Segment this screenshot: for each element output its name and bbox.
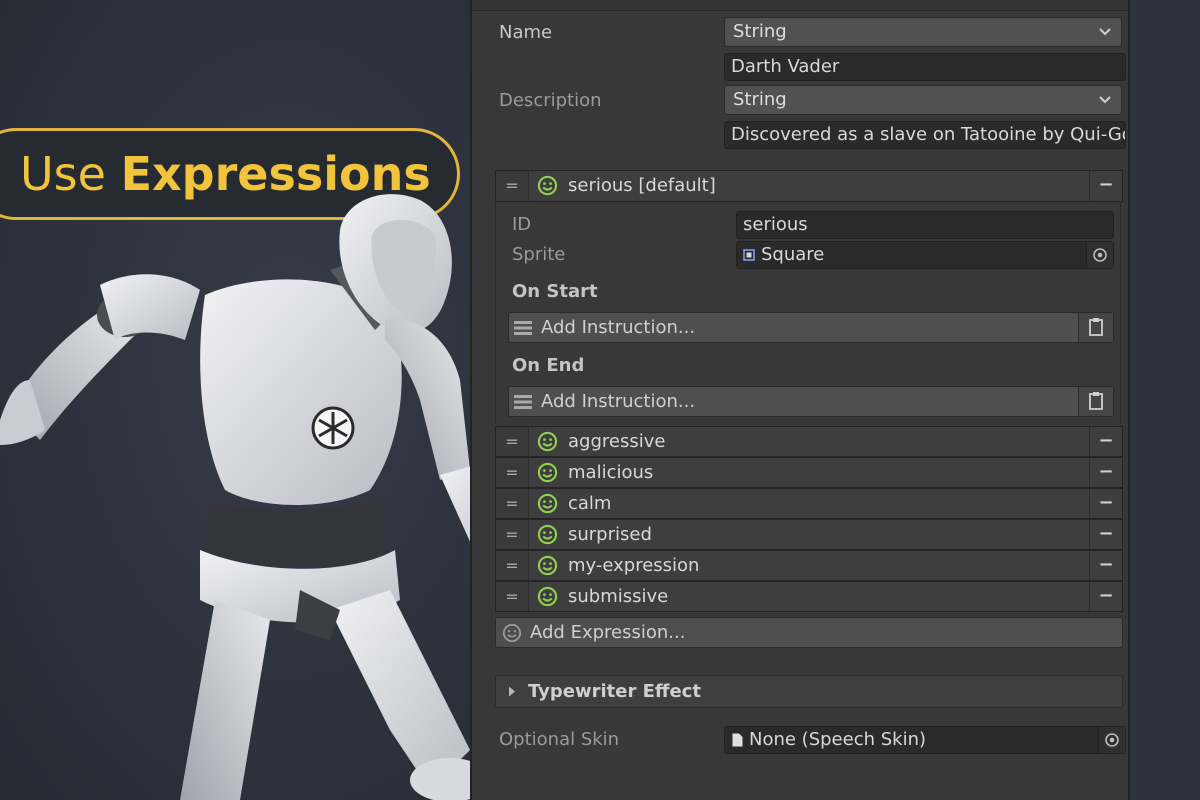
- remove-expression-button[interactable]: −: [1089, 582, 1122, 611]
- expression-row[interactable]: = aggressive −: [495, 426, 1123, 457]
- sprite-label: Sprite: [512, 244, 566, 265]
- target-icon: [1093, 248, 1107, 262]
- drag-handle-icon[interactable]: =: [496, 458, 529, 487]
- smiley-face-icon: [537, 462, 558, 483]
- drag-handle-icon[interactable]: =: [496, 171, 529, 201]
- optional-skin-value: None (Speech Skin): [749, 729, 927, 750]
- expression-name: aggressive: [568, 431, 666, 452]
- optional-skin-field[interactable]: None (Speech Skin): [724, 726, 1126, 754]
- smiley-face-icon: [537, 555, 558, 576]
- drag-handle-icon[interactable]: =: [496, 520, 529, 549]
- smiley-face-icon: [537, 431, 558, 452]
- description-text-field[interactable]: Discovered as a slave on Tatooine by Qui…: [724, 121, 1126, 149]
- description-type-value: String: [733, 89, 787, 110]
- chevron-down-icon: [1099, 96, 1111, 104]
- add-instruction-label: Add Instruction...: [541, 391, 696, 412]
- description-label: Description: [499, 90, 602, 111]
- name-type-dropdown[interactable]: String: [724, 17, 1122, 47]
- expression-name: submissive: [568, 586, 669, 607]
- add-expression-button[interactable]: Add Expression...: [495, 617, 1123, 648]
- name-text-field[interactable]: Darth Vader: [724, 53, 1126, 81]
- drag-handle-icon[interactable]: =: [496, 551, 529, 580]
- expression-name: malicious: [568, 462, 654, 483]
- remove-expression-button[interactable]: −: [1089, 551, 1122, 580]
- typewriter-effect-label: Typewriter Effect: [528, 681, 701, 702]
- remove-expression-button[interactable]: −: [1089, 458, 1122, 487]
- expression-name: calm: [568, 493, 612, 514]
- add-instruction-label: Add Instruction...: [541, 317, 696, 338]
- sprite-value: Square: [761, 244, 825, 265]
- typewriter-effect-foldout[interactable]: Typewriter Effect: [495, 675, 1123, 708]
- triangle-right-icon: [509, 686, 515, 697]
- id-text-field[interactable]: serious: [736, 211, 1114, 239]
- name-type-value: String: [733, 21, 787, 42]
- list-icon: [514, 321, 532, 335]
- sprite-square-icon: [743, 249, 755, 261]
- sprite-object-field[interactable]: Square: [736, 241, 1114, 269]
- smiley-face-icon: [502, 623, 522, 643]
- right-background-strip: [1130, 0, 1200, 800]
- on-start-add-instruction[interactable]: Add Instruction...: [508, 312, 1114, 343]
- paste-instructions-button[interactable]: [1078, 313, 1113, 342]
- remove-expression-button[interactable]: −: [1089, 520, 1122, 549]
- clipboard-icon: [1089, 318, 1103, 336]
- chevron-down-icon: [1099, 28, 1111, 36]
- on-end-add-instruction[interactable]: Add Instruction...: [508, 386, 1114, 417]
- smiley-face-icon: [537, 586, 558, 607]
- object-picker-button[interactable]: [1098, 727, 1125, 753]
- expression-name: serious [default]: [568, 175, 716, 196]
- expression-name: my-expression: [568, 555, 700, 576]
- remove-expression-button[interactable]: −: [1089, 171, 1122, 201]
- document-icon: [732, 733, 743, 747]
- panel-header-strip: [472, 0, 1128, 11]
- description-type-dropdown[interactable]: String: [724, 85, 1122, 115]
- expression-row-expanded[interactable]: = serious [default] −: [495, 170, 1123, 202]
- smiley-face-icon: [537, 175, 558, 196]
- inspector-panel: Name String Darth Vader Description Stri…: [470, 0, 1130, 800]
- expression-row[interactable]: = surprised −: [495, 519, 1123, 550]
- paste-instructions-button[interactable]: [1078, 387, 1113, 416]
- expression-row[interactable]: = my-expression −: [495, 550, 1123, 581]
- expression-row[interactable]: = submissive −: [495, 581, 1123, 612]
- optional-skin-label: Optional Skin: [499, 729, 620, 750]
- smiley-face-icon: [537, 524, 558, 545]
- drag-handle-icon[interactable]: =: [496, 489, 529, 518]
- on-start-label: On Start: [512, 281, 598, 302]
- drag-handle-icon[interactable]: =: [496, 582, 529, 611]
- expression-name: surprised: [568, 524, 652, 545]
- expression-row[interactable]: = calm −: [495, 488, 1123, 519]
- remove-expression-button[interactable]: −: [1089, 427, 1122, 456]
- clipboard-icon: [1089, 392, 1103, 410]
- smiley-face-icon: [537, 493, 558, 514]
- expression-row[interactable]: = malicious −: [495, 457, 1123, 488]
- remove-expression-button[interactable]: −: [1089, 489, 1122, 518]
- drag-handle-icon[interactable]: =: [496, 427, 529, 456]
- id-label: ID: [512, 214, 532, 235]
- on-end-label: On End: [512, 355, 585, 376]
- add-expression-label: Add Expression...: [530, 622, 686, 643]
- list-icon: [514, 395, 532, 409]
- name-label: Name: [499, 22, 553, 43]
- target-icon: [1105, 733, 1119, 747]
- object-picker-button[interactable]: [1086, 242, 1113, 268]
